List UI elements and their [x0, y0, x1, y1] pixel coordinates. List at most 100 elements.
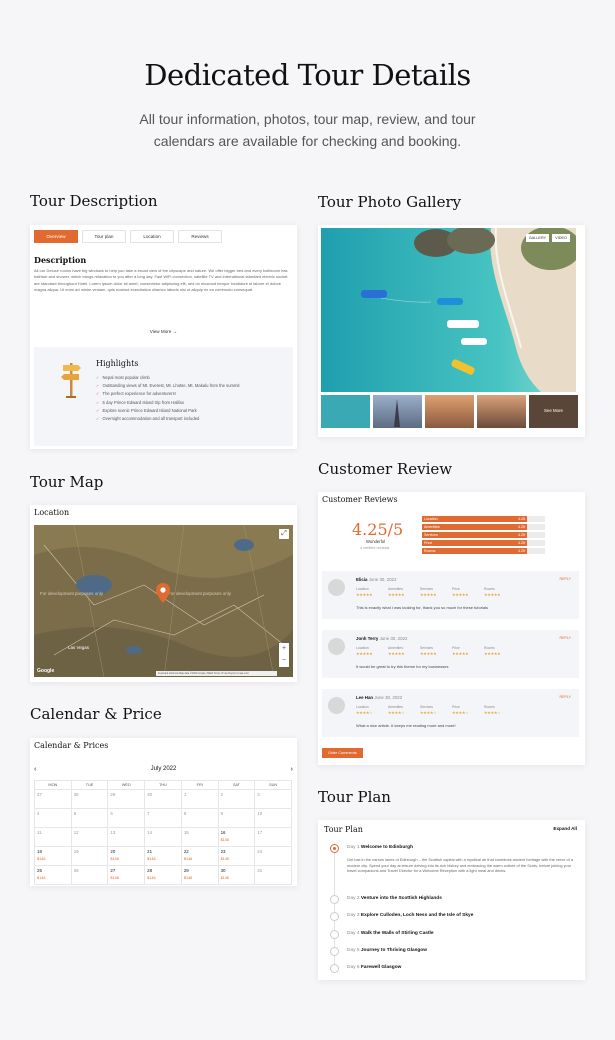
calendar-day-number: 10: [257, 811, 263, 816]
gallery-thumbnail-see-more[interactable]: See More: [529, 395, 578, 428]
calendar-day-cell: 27: [35, 790, 72, 809]
calendar-day-price: $146: [183, 857, 193, 861]
highlight-item: ✓ Overnight accommodation and all transpo…: [96, 415, 200, 421]
review-card: Customer Reviews 4.25/5 Wonderful 4 veri…: [318, 492, 585, 765]
calendar-day-cell[interactable]: 29 $146: [181, 866, 219, 885]
calendar-day-cell[interactable]: 21 $146: [145, 847, 182, 866]
map-pin-icon[interactable]: [156, 583, 170, 603]
plan-day-item[interactable]: Day 3 Explore Culloden, Loch Ness and th…: [347, 913, 473, 918]
avatar: [328, 579, 345, 596]
calendar-day-number: 20: [110, 849, 116, 854]
calendar-day-number: 6: [110, 811, 113, 816]
calendar-day-cell[interactable]: 18 $146: [35, 847, 72, 866]
calendar-day-cell: 31: [255, 866, 292, 885]
review-text: This is exactly what I was looking for, …: [356, 605, 489, 610]
plan-day-item[interactable]: Day 1 Welcome to Edinburgh: [347, 845, 413, 850]
gallery-thumbnail[interactable]: [321, 395, 370, 428]
calendar-day-cell: 5: [71, 809, 109, 828]
reply-link[interactable]: REPLY: [559, 636, 571, 640]
calendar-day-cell[interactable]: 25 $146: [35, 866, 72, 885]
calendar-card: Calendar & Prices ‹ July 2022 › MON TUE …: [30, 738, 297, 886]
view-more-link[interactable]: View More →: [30, 329, 297, 334]
reviewer-name: Elicia June 30, 2022: [356, 577, 397, 582]
rating-bar: Location 4.25: [422, 516, 545, 522]
rating-bar: Rooms 4.25: [422, 548, 545, 554]
review-text: What a nice article. It keeps me reading…: [356, 723, 456, 728]
calendar-day-number: 13: [110, 830, 116, 835]
plan-day-item[interactable]: Day 4 Walk the Walls of Stirling Castle: [347, 931, 434, 936]
calendar-day-number: 16: [220, 830, 226, 835]
expand-all-button[interactable]: Expand All: [553, 826, 577, 831]
plan-day-item[interactable]: Day 2 Venture into the Scottish Highland…: [347, 896, 442, 901]
calendar-day-cell[interactable]: 20 $146: [108, 847, 146, 866]
calendar-day-cell: 30: [145, 790, 182, 809]
highlight-item: ✓ Explore scenic Prince Edward Island Nat…: [96, 407, 197, 413]
tour-plan-card: Tour Plan Expand All Day 1 Welcome to Ed…: [318, 820, 585, 980]
gallery-thumbnail[interactable]: [373, 395, 422, 428]
map-view[interactable]: For development purposes only For develo…: [34, 525, 293, 677]
signpost-icon: [61, 363, 81, 398]
timeline-dot[interactable]: [330, 895, 339, 904]
calendar-day-cell: 14: [145, 828, 182, 847]
map-fullscreen-button[interactable]: ⤢: [279, 529, 289, 539]
calendar-day-number: 30: [220, 868, 226, 873]
map-zoom-out-button[interactable]: −: [279, 655, 289, 667]
plan-day-item[interactable]: Day 6 Farewell Glasgow: [347, 965, 401, 970]
calendar-day-cell: 6: [108, 809, 146, 828]
review-categories: Location ★★★★★ Amenities ★★★★★ Services ★★★…: [356, 646, 501, 656]
calendar-day-price: $146: [220, 876, 230, 880]
calendar-day-cell[interactable]: 30 $146: [218, 866, 256, 885]
calendar-day-cell[interactable]: 16 $146: [218, 828, 256, 847]
avatar: [328, 638, 345, 655]
calendar-day-number: 9: [220, 811, 224, 816]
plan-day-item[interactable]: Day 5 Journey to Thriving Glasgow: [347, 948, 427, 953]
tab-overview[interactable]: Overview: [34, 230, 78, 243]
section-title-plan: Tour Plan: [318, 788, 391, 806]
calendar-day-number: 25: [37, 868, 42, 873]
timeline-dot[interactable]: [330, 930, 339, 939]
gallery-thumbnail[interactable]: [477, 395, 526, 428]
gallery-thumbnail[interactable]: [425, 395, 474, 428]
timeline-dot[interactable]: [330, 947, 339, 956]
tab-tour-plan[interactable]: Tour plan: [82, 230, 126, 243]
weekday-header: THU: [145, 781, 182, 790]
tab-location[interactable]: Location: [130, 230, 174, 243]
calendar-day-number: 18: [37, 849, 42, 854]
tour-plan-title: Tour Plan: [324, 825, 363, 834]
review-categories: Location ★★★★★ Amenities ★★★★★ Services ★★★…: [356, 587, 501, 597]
page-title: Dedicated Tour Details: [144, 58, 471, 92]
calendar-day-number: 29: [110, 792, 116, 797]
tab-reviews[interactable]: Reviews: [178, 230, 222, 243]
calendar-day-cell[interactable]: 27 $146: [108, 866, 146, 885]
calendar-day-number: 30: [147, 792, 153, 797]
timeline-dot[interactable]: [330, 912, 339, 921]
calendar-next-button[interactable]: ›: [291, 766, 293, 773]
older-comments-button[interactable]: Older Comments: [322, 748, 363, 758]
timeline-dot[interactable]: [330, 964, 339, 973]
calendar-day-cell: 11: [35, 828, 72, 847]
calendar-day-cell[interactable]: 23 $146: [218, 847, 256, 866]
calendar-day-price: $146: [37, 857, 46, 861]
gallery-tags: GALLERY VIDEO: [525, 234, 570, 242]
timeline-dot-active[interactable]: [330, 844, 339, 853]
video-tag-button[interactable]: VIDEO: [552, 234, 570, 242]
weekday-header: MON: [35, 781, 72, 790]
map-zoom-controls: + −: [279, 643, 289, 667]
plan-day-description: Get lost in the narrow lanes of Edinburg…: [347, 857, 573, 874]
calendar-day-cell: 24: [255, 847, 292, 866]
calendar-day-cell[interactable]: 28 $146: [145, 866, 182, 885]
highlight-item: ✓ Nepal most popular climb: [96, 375, 150, 380]
calendar-day-number: 15: [183, 830, 189, 835]
description-body: All our Deluxe rooms have big windows to…: [34, 268, 288, 293]
calendar-day-price: $146: [220, 857, 230, 861]
reply-link[interactable]: REPLY: [559, 577, 571, 581]
calendar-day-cell: 4: [35, 809, 72, 828]
map-zoom-in-button[interactable]: +: [279, 643, 289, 655]
reply-link[interactable]: REPLY: [559, 695, 571, 699]
gallery-main-photo[interactable]: GALLERY VIDEO: [321, 228, 576, 392]
calendar-day-cell[interactable]: 22 $146: [181, 847, 219, 866]
weekday-header: SUN: [255, 781, 292, 790]
map-label: Location: [34, 508, 70, 517]
calendar-day-number: 14: [147, 830, 153, 835]
gallery-tag-button[interactable]: GALLERY: [525, 234, 550, 242]
